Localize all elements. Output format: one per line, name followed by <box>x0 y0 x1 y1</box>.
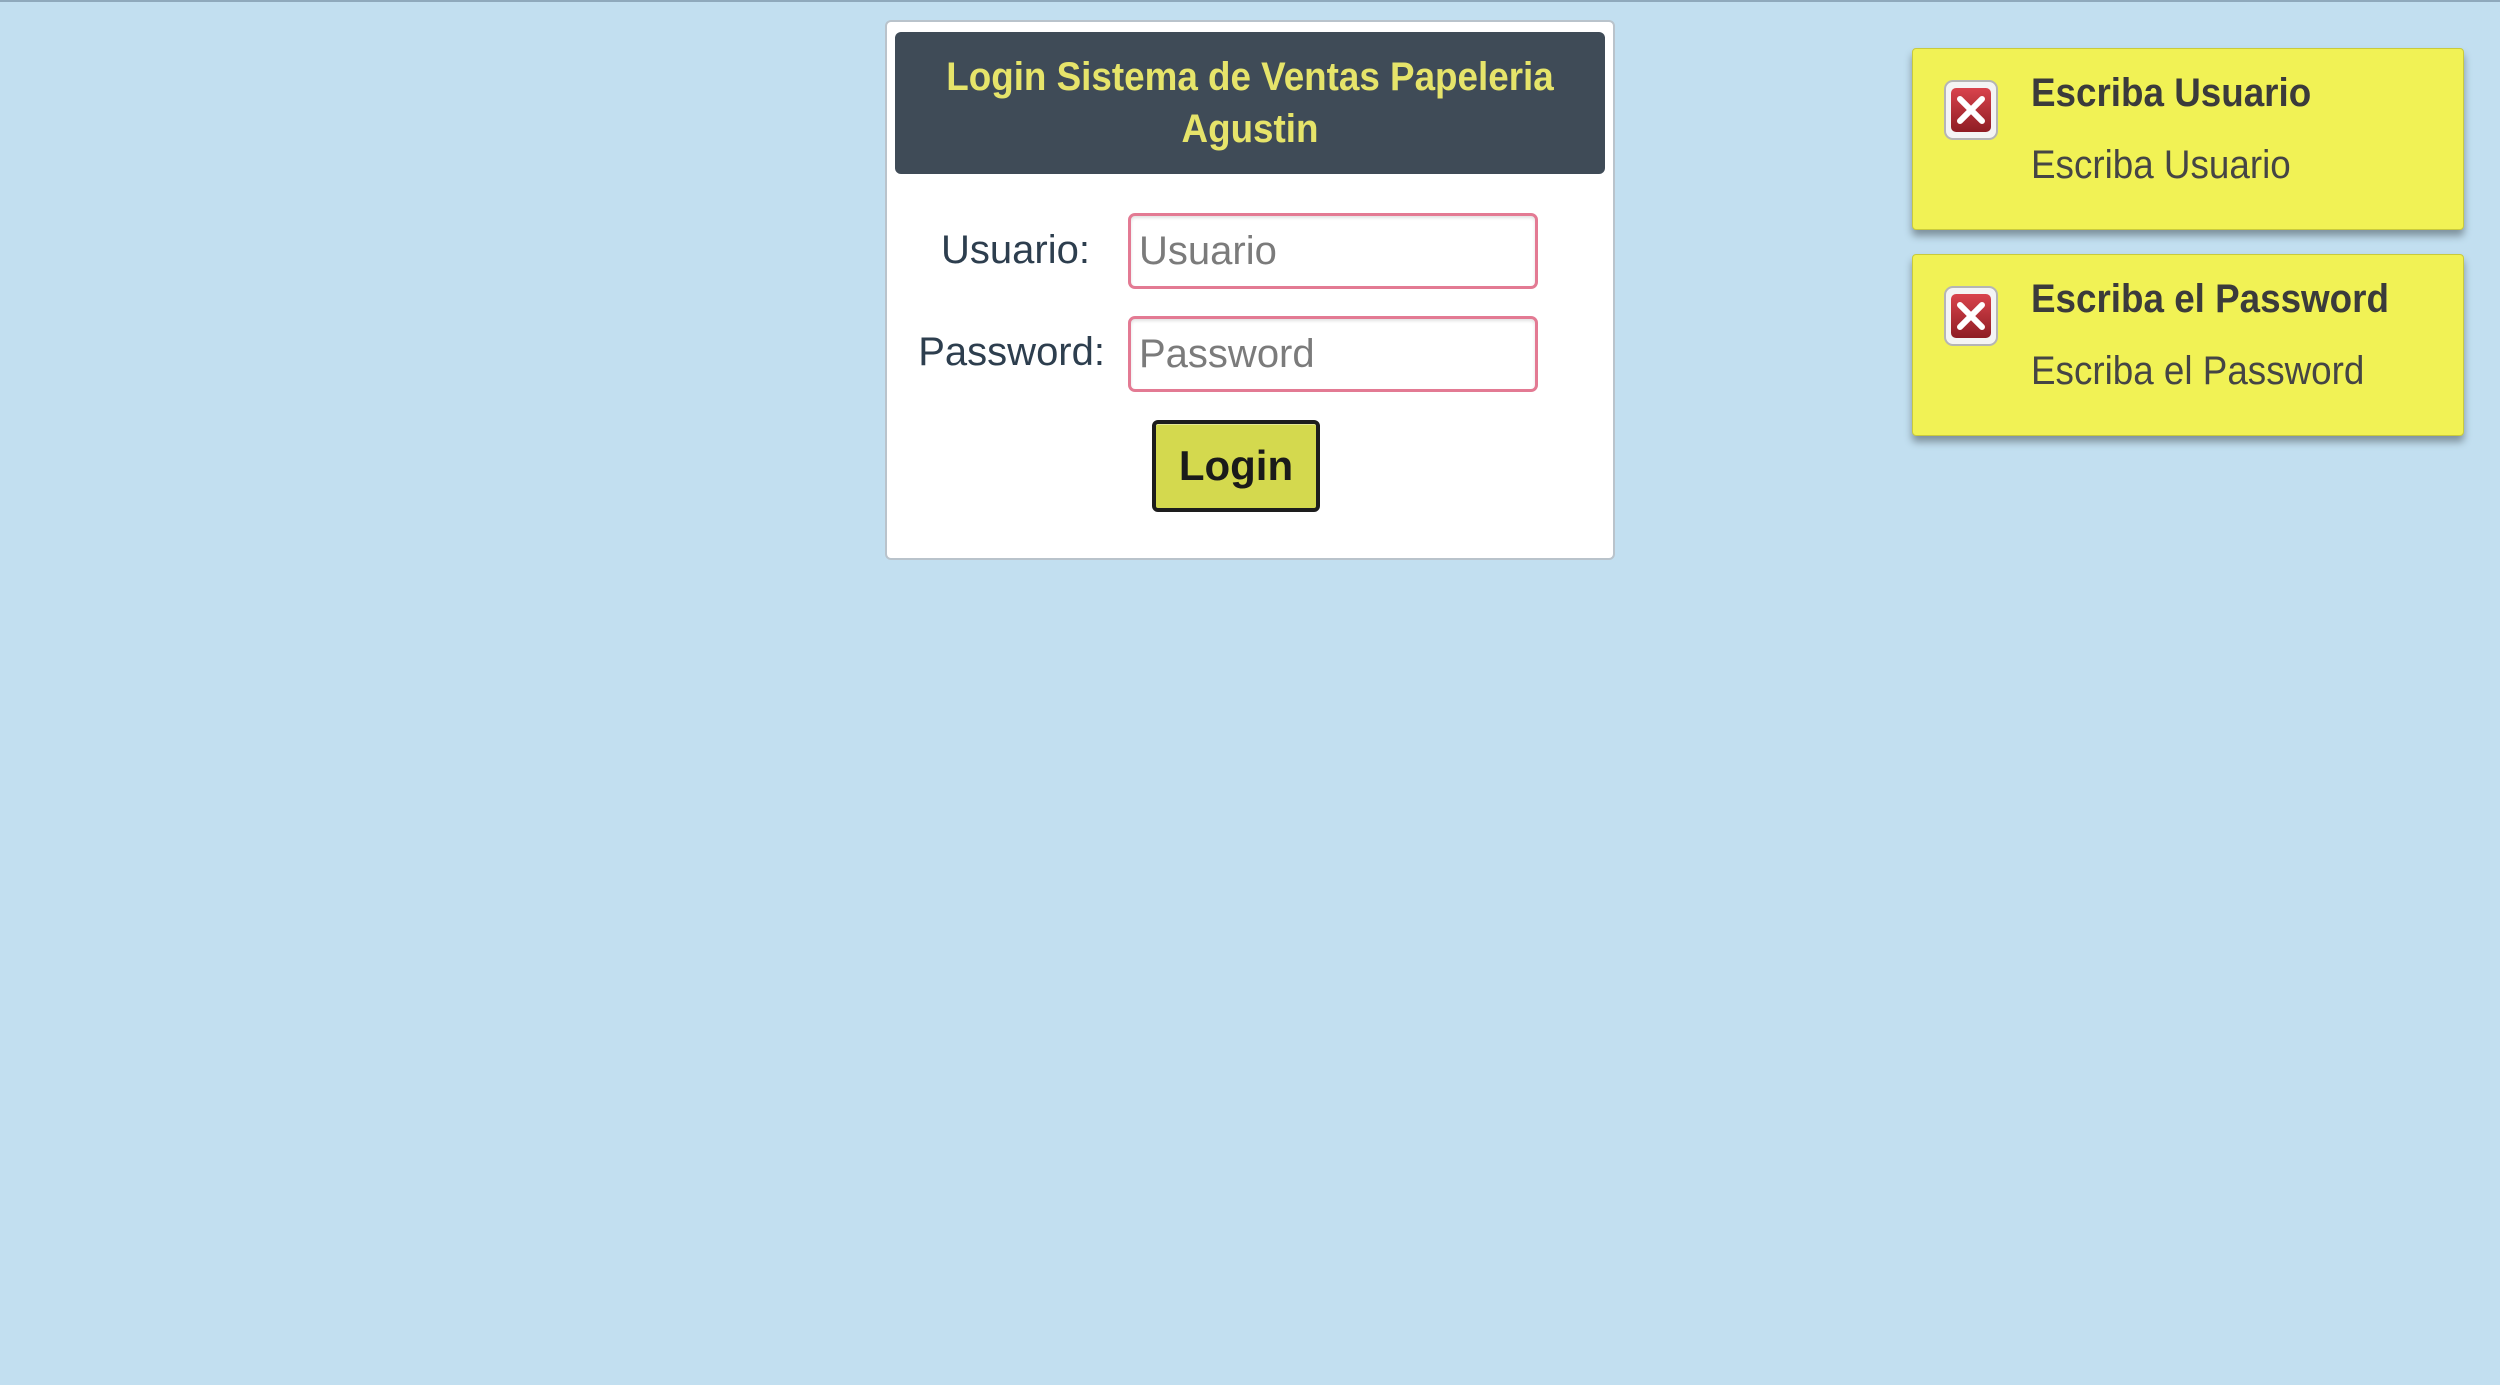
notification-title: Escriba Usuario <box>2031 71 2312 115</box>
error-close-icon[interactable] <box>1943 79 1999 141</box>
password-label: Password: <box>918 330 1105 374</box>
notification-message: Escriba Usuario <box>2031 143 2291 187</box>
login-header: Login Sistema de Ventas Papeleria Agusti… <box>895 32 1605 174</box>
password-input[interactable] <box>1128 316 1538 392</box>
login-title: Login Sistema de Ventas Papeleria Agusti… <box>946 55 1554 151</box>
notification-message: Escriba el Password <box>2031 349 2365 393</box>
username-label: Usuario: <box>941 228 1090 272</box>
username-input[interactable] <box>1128 213 1538 289</box>
notification-password-error[interactable]: Escriba el Password Escriba el Password <box>1912 254 2464 436</box>
notification-username-error[interactable]: Escriba Usuario Escriba Usuario <box>1912 48 2464 230</box>
error-close-icon[interactable] <box>1943 285 1999 347</box>
page-top-border <box>0 0 2500 2</box>
notification-title: Escriba el Password <box>2031 277 2389 321</box>
login-button[interactable]: Login <box>1152 420 1320 512</box>
